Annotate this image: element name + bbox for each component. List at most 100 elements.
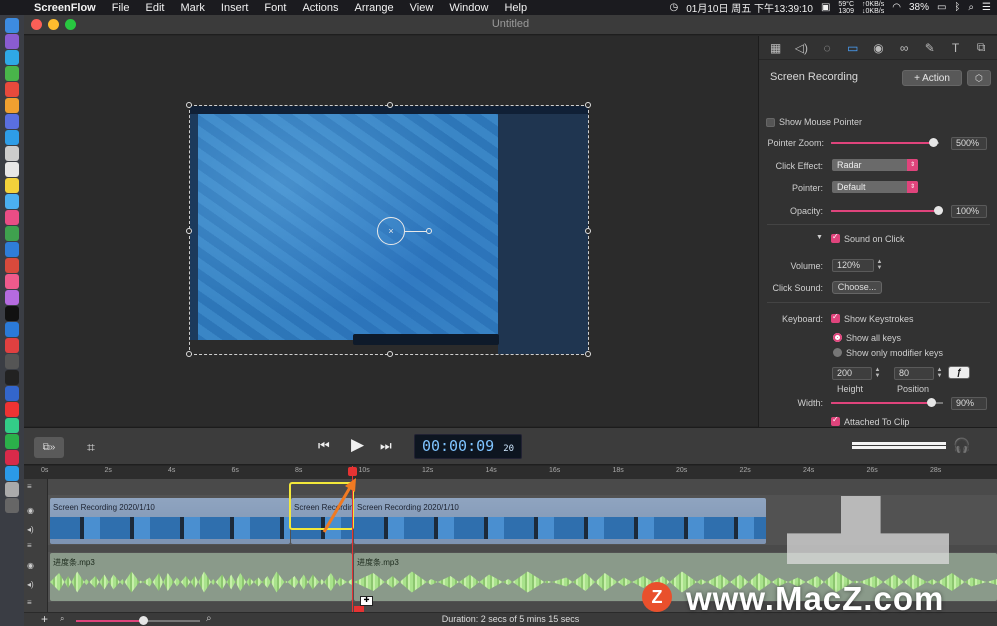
- height-field[interactable]: 200: [832, 367, 872, 380]
- menu-icon[interactable]: ≡: [27, 541, 32, 550]
- opacity-value[interactable]: 100%: [951, 205, 987, 218]
- choose-sound-button[interactable]: Choose...: [832, 281, 882, 294]
- menu-app[interactable]: ScreenFlow: [28, 2, 104, 14]
- dock-app-icon[interactable]: [5, 82, 19, 97]
- menu-font[interactable]: Font: [256, 2, 294, 14]
- text-icon[interactable]: T: [947, 39, 965, 57]
- bluetooth-icon[interactable]: ᛒ: [954, 2, 960, 13]
- canvas[interactable]: ×: [24, 36, 758, 426]
- sound-on-click-checkbox[interactable]: [831, 232, 840, 243]
- video-clip[interactable]: Screen Recording 2020/1/10: [50, 498, 290, 544]
- dock-app-icon[interactable]: [5, 418, 19, 433]
- dock-app-icon[interactable]: [5, 18, 19, 33]
- dock-app-icon[interactable]: [5, 370, 19, 385]
- battery-percent[interactable]: 38%: [909, 2, 929, 13]
- width-value[interactable]: 90%: [951, 397, 987, 410]
- resize-handle-e[interactable]: [585, 228, 591, 234]
- resize-handle-n[interactable]: [387, 102, 393, 108]
- speaker-icon[interactable]: ◂): [27, 580, 34, 589]
- play-icon[interactable]: ▶: [351, 435, 364, 455]
- pointer-select[interactable]: Default ⇕: [832, 181, 918, 193]
- dock-app-icon[interactable]: [5, 258, 19, 273]
- headphones-icon[interactable]: 🎧: [953, 437, 970, 454]
- dock-app-icon[interactable]: [5, 290, 19, 305]
- dock-app-icon[interactable]: [5, 306, 19, 321]
- position-field[interactable]: 80: [894, 367, 934, 380]
- speaker-icon[interactable]: ◂): [27, 525, 34, 534]
- volume-value[interactable]: 120%: [832, 259, 874, 272]
- crop-icon[interactable]: ⌗: [79, 437, 103, 458]
- cube-icon[interactable]: ⬡: [967, 70, 991, 86]
- dock-app-icon[interactable]: [5, 178, 19, 193]
- audio-clip[interactable]: 进度条.mp3: [50, 553, 352, 601]
- height-stepper[interactable]: ▲ ▼: [874, 367, 881, 380]
- show-mouse-pointer-checkbox[interactable]: [766, 118, 775, 127]
- dock-app-icon[interactable]: [5, 146, 19, 161]
- battery-icon[interactable]: ▭: [937, 2, 946, 13]
- show-keystrokes-checkbox[interactable]: [831, 312, 840, 323]
- dock-app-icon[interactable]: [5, 354, 19, 369]
- rotation-handle[interactable]: [426, 228, 432, 234]
- temp-stats[interactable]: 59°C 1309: [838, 1, 854, 15]
- menu-edit[interactable]: Edit: [137, 2, 172, 14]
- dock-app-icon[interactable]: [5, 210, 19, 225]
- dock-app-icon[interactable]: [5, 482, 19, 497]
- resize-handle-s[interactable]: [387, 351, 393, 357]
- attached-to-clip-checkbox[interactable]: [831, 415, 840, 426]
- menu-view[interactable]: View: [402, 2, 442, 14]
- click-effect-select[interactable]: Radar ⇕: [832, 159, 918, 171]
- dock-app-icon[interactable]: [5, 50, 19, 65]
- callout-icon[interactable]: ◉: [869, 39, 887, 57]
- menu-icon[interactable]: ≡: [27, 598, 32, 607]
- dock-app-icon[interactable]: [5, 114, 19, 129]
- net-stats[interactable]: ↑0KB/s ↓0KB/s: [862, 1, 884, 15]
- resize-handle-se[interactable]: [585, 351, 591, 357]
- eye-icon[interactable]: ◉: [27, 506, 34, 515]
- audio-properties-icon[interactable]: ◁): [792, 39, 810, 57]
- touch-callout-icon[interactable]: ∞: [895, 39, 913, 57]
- dock-app-icon[interactable]: [5, 402, 19, 417]
- dock-app-icon[interactable]: [5, 450, 19, 465]
- spotlight-icon[interactable]: ⌕: [968, 2, 974, 13]
- menu-arrange[interactable]: Arrange: [347, 2, 402, 14]
- pointer-center-icon[interactable]: ×: [377, 217, 405, 245]
- dock-app-icon[interactable]: [5, 434, 19, 449]
- playhead-handle[interactable]: [348, 467, 357, 476]
- dock-app-icon[interactable]: [5, 226, 19, 241]
- dock-app-icon[interactable]: [5, 130, 19, 145]
- add-action-button[interactable]: + Action: [902, 70, 962, 86]
- position-stepper[interactable]: ▲ ▼: [936, 367, 943, 380]
- pointer-zoom-knob[interactable]: [928, 138, 938, 147]
- dock-app-icon[interactable]: [5, 34, 19, 49]
- media-library-icon[interactable]: ⧉: [972, 39, 990, 57]
- dock-app-icon[interactable]: [5, 242, 19, 257]
- clock[interactable]: 01月10日 周五 下午13:39:10: [686, 0, 813, 15]
- dock-app-icon[interactable]: [5, 162, 19, 177]
- clock-icon[interactable]: ◷: [669, 2, 678, 13]
- resize-handle-nw[interactable]: [186, 102, 192, 108]
- time-ruler[interactable]: 0s 2s 4s 6s 8s 10s 12s 14s 16s 18s 20s 22s 24s 26s 28s: [24, 466, 997, 479]
- dock-app-icon[interactable]: [5, 274, 19, 289]
- eye-icon[interactable]: ◉: [27, 561, 34, 570]
- resize-handle-w[interactable]: [186, 228, 192, 234]
- fast-forward-icon[interactable]: ⏭: [380, 438, 392, 454]
- menu-icon[interactable]: ≡: [27, 482, 32, 491]
- disclosure-triangle-icon[interactable]: ▼: [816, 234, 823, 241]
- wifi-icon[interactable]: ◠: [892, 2, 901, 13]
- dock-app-icon[interactable]: [5, 498, 19, 513]
- dock-app-icon[interactable]: [5, 386, 19, 401]
- width-knob[interactable]: [926, 398, 936, 407]
- menu-actions[interactable]: Actions: [294, 2, 346, 14]
- menu-file[interactable]: File: [104, 2, 138, 14]
- menu-insert[interactable]: Insert: [213, 2, 257, 14]
- dock-app-icon[interactable]: [5, 98, 19, 113]
- video-motion-icon[interactable]: ◌: [818, 39, 836, 57]
- rewind-icon[interactable]: ⏮: [318, 438, 330, 454]
- video-properties-icon[interactable]: ▦: [767, 39, 785, 57]
- video-clip[interactable]: Screen Recording 2020/1/10: [354, 498, 766, 544]
- clip-frame[interactable]: ×: [186, 102, 591, 357]
- resize-handle-sw[interactable]: [186, 351, 192, 357]
- dock-app-icon[interactable]: [5, 194, 19, 209]
- show-all-keys-radio[interactable]: [833, 333, 842, 342]
- pointer-zoom-value[interactable]: 500%: [951, 137, 987, 150]
